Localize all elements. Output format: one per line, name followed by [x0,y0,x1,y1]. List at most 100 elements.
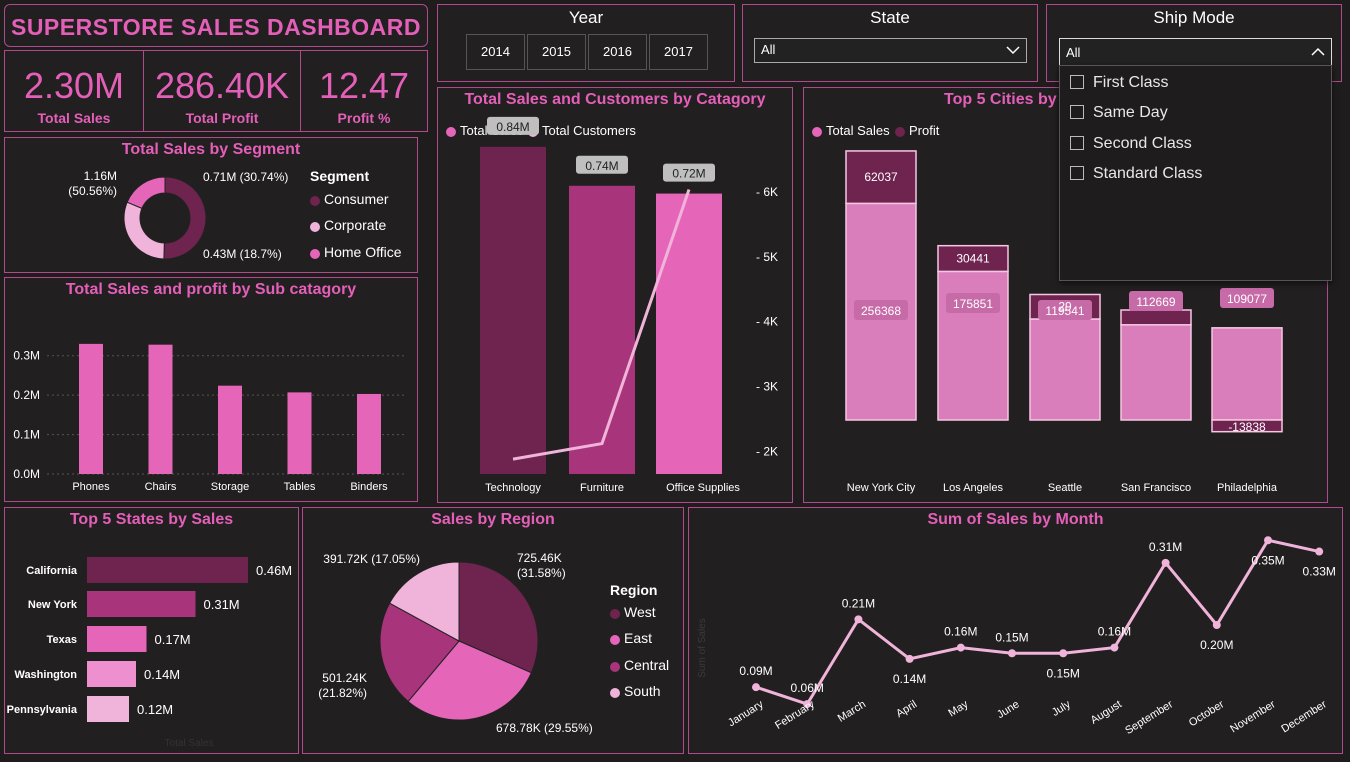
legend-label: Consumer [324,191,389,207]
data-label-west: (31.58%) [517,566,566,580]
ship-mode-option-standard-class[interactable]: Standard Class [1070,165,1202,183]
kpi-label: Profit % [337,110,391,126]
point-may [956,643,965,652]
bar-office-supplies [656,193,722,474]
y-tick-label: California [26,565,78,577]
month-line-chart: Sum of Sales 0.09M January 0.06M February 0.2… [697,536,1336,737]
bar-sales-seattle [1029,318,1101,421]
data-label-technology: 0.84M [496,120,529,134]
y-tick-label: 0.0M [13,467,40,481]
data-label-november: 0.35M [1251,553,1284,567]
legend-item-corporate[interactable]: Corporate [310,217,386,233]
data-label-july: 0.15M [1047,666,1080,680]
legend-dot [310,248,320,259]
x-tick-label: May [946,698,970,719]
point-september [1161,558,1170,567]
ship-mode-option-second-class[interactable]: Second Class [1070,135,1192,153]
x-tick-label: New York City [847,482,916,494]
legend-item-west[interactable]: West [610,604,656,620]
year-slicer-title: Year [568,8,604,27]
ship-mode-slicer-title: Ship Mode [1153,8,1235,27]
ship-mode-dropdown-value: All [1066,45,1081,60]
data-label-february: 0.06M [791,681,824,695]
x-tick-label: June [995,698,1022,721]
kpi-card-profit-pct: 12.47 Profit % [300,50,428,132]
data-label-august: 0.16M [1098,625,1131,639]
states-chart-panel: Top 5 States by Sales California 0.46M New… [4,507,299,754]
y2-tick-label: - 3K [756,380,778,394]
year-button-2016[interactable]: 2016 [588,34,647,70]
ship-mode-option-same-day[interactable]: Same Day [1070,104,1168,122]
year-button-2017[interactable]: 2017 [649,34,708,70]
x-tick-label: July [1050,698,1073,719]
data-label-consumer: (50.56%) [68,184,117,198]
x-tick-label: Philadelphia [1217,482,1278,494]
data-label-sales-new-york-city: 256368 [861,304,901,318]
category-combo-chart: - 2K - 3K - 4K - 5K - 6K 0.84M Technology 0.74M… [480,116,778,494]
data-label-profit-philadelphia: -13838 [1228,420,1266,434]
data-label-april: 0.14M [893,672,926,686]
data-label-central: (21.82%) [318,686,367,700]
option-label: Same Day [1093,104,1168,121]
slice-consumer [163,176,207,260]
segment-chart-panel: Total Sales by Segment 1.16M (50.56%) 0.71… [4,137,418,273]
data-label-june: 0.15M [995,630,1028,644]
sales-line [755,538,1320,706]
data-label-corporate: 0.71M (30.74%) [203,170,288,184]
legend-dot [610,608,620,619]
x-tick-label: Storage [211,481,250,493]
bar-pennsylvania [87,696,129,722]
year-button-2015[interactable]: 2015 [527,34,586,70]
x-tick-label: Tables [284,481,316,493]
region-pie-chart: 725.46K(31.58%) 678.78K (29.55%) 501.24K(2… [318,551,592,735]
x-tick-label: November [1228,698,1278,735]
slice-corporate [123,201,165,260]
checkbox[interactable] [1070,166,1084,180]
x-tick-label: February [773,698,817,732]
legend-item-south[interactable]: South [610,683,661,699]
x-tick-label: April [894,698,919,720]
ship-mode-option-first-class[interactable]: First Class [1070,74,1169,92]
x-tick-label: December [1279,698,1329,735]
point-october [1212,621,1221,629]
year-button-2014[interactable]: 2014 [466,34,525,70]
region-chart-panel: Sales by Region 725.46K (31.58%) 678.78K (… [302,507,684,754]
legend-item-home-office[interactable]: Home Office [310,244,402,260]
state-dropdown[interactable]: All [754,38,1027,63]
legend-item-consumer[interactable]: Consumer [310,191,389,207]
bar-washington [87,661,136,687]
data-label-office-supplies: 0.72M [672,167,705,181]
bar-storage [218,385,242,474]
bar-texas [87,626,147,652]
slice-home-office [126,176,166,210]
x-tick-label: Seattle [1048,482,1082,494]
data-label-profit-los-angeles: 30441 [956,252,990,266]
legend-item-central[interactable]: Central [610,657,669,673]
segment-donut-chart: 1.16M(50.56%) 0.71M (30.74%) 0.43M (18.7%) [68,169,288,261]
y-tick-label: 0.1M [13,428,40,442]
x-tick-label: Binders [350,481,388,493]
kpi-value: 286.40K [154,65,290,106]
bar-furniture [569,185,635,474]
option-label: Standard Class [1093,165,1203,182]
x-axis-label: Total Sales [165,738,214,749]
checkbox[interactable] [1070,75,1084,89]
checkbox[interactable] [1070,136,1084,150]
ship-mode-dropdown[interactable]: All [1059,38,1332,66]
legend-dot [610,634,620,645]
y2-tick-label: - 5K [756,250,778,264]
point-july [1059,649,1068,658]
bar-california [87,557,248,583]
bar-profit-san-francisco [1120,309,1192,326]
bar-sales-philadelphia [1211,327,1283,421]
bar-chairs [148,344,173,474]
bar-technology [480,146,546,474]
data-label-pennsylvania: 0.12M [137,702,173,717]
x-tick-label: August [1089,698,1124,726]
legend-item-east[interactable]: East [610,630,652,646]
x-tick-label: Office Supplies [666,482,740,494]
point-november [1264,536,1272,545]
data-label-central: 501.24K [322,671,367,685]
checkbox[interactable] [1070,105,1084,119]
data-label-may: 0.16M [944,625,977,639]
